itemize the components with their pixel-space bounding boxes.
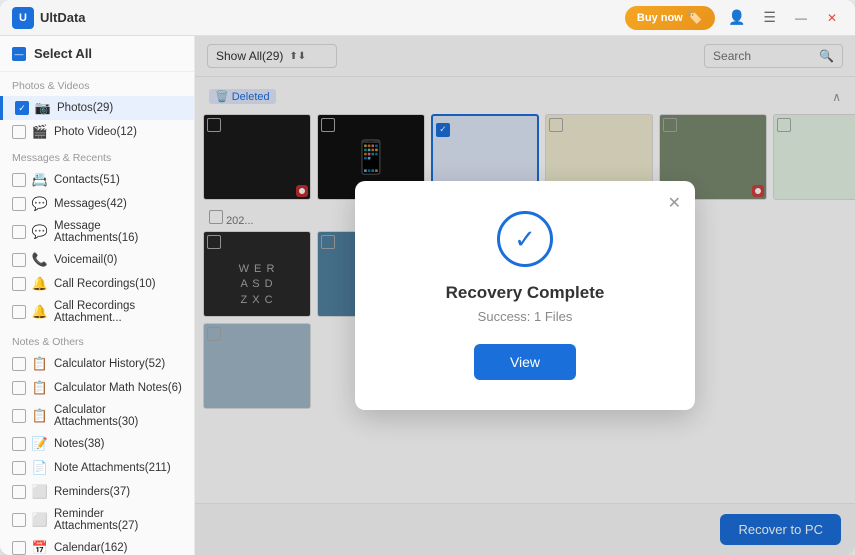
messages-checkbox[interactable] [12,197,26,211]
recovery-complete-modal: ✕ ✓ Recovery Complete Success: 1 Files V… [355,181,695,410]
calc-attach-label: Calculator Attachments(30) [54,404,182,428]
content-area: Show All(29) ⬆⬇ 🔍 🗑️ Deleted [195,36,855,555]
close-button[interactable]: ✕ [821,9,843,27]
note-attach-icon: 📄 [32,460,48,476]
contacts-checkbox[interactable] [12,173,26,187]
sidebar-item-call-recordings[interactable]: 🔔 Call Recordings(10) [0,272,194,296]
note-attach-label: Note Attachments(211) [54,462,182,474]
sidebar-item-calc-history[interactable]: 📋 Calculator History(52) [0,352,194,376]
sidebar-item-contacts[interactable]: 📇 Contacts(51) [0,168,194,192]
section-header-notes: Notes & Others [0,328,194,352]
menu-icon[interactable]: ☰ [758,7,781,28]
calc-history-icon: 📋 [32,356,48,372]
messages-icon: 💬 [32,196,48,212]
buy-icon: 🏷️ [687,10,703,26]
titlebar: U UltData Buy now 🏷️ 👤 ☰ — ✕ [0,0,855,36]
notes-label: Notes(38) [54,438,182,450]
sidebar-item-calendar[interactable]: 📅 Calendar(162) [0,536,194,555]
calc-attach-checkbox[interactable] [12,409,26,423]
photo-video-label: Photo Video(12) [54,126,182,138]
section-header-photos: Photos & Videos [0,72,194,96]
reminder-attach-icon: ⬜ [32,512,48,528]
photos-icon: 📷 [35,100,51,116]
app-logo-icon: U [12,7,34,29]
sidebar-item-calc-attach[interactable]: 📋 Calculator Attachments(30) [0,400,194,432]
calc-history-label: Calculator History(52) [54,358,182,370]
notes-icon: 📝 [32,436,48,452]
buy-now-button[interactable]: Buy now 🏷️ [625,6,715,30]
sidebar-item-msg-attachments[interactable]: 💬 Message Attachments(16) [0,216,194,248]
voicemail-checkbox[interactable] [12,253,26,267]
calendar-icon: 📅 [32,540,48,555]
minimize-button[interactable]: — [789,9,813,27]
reminder-attach-label: Reminder Attachments(27) [54,508,182,532]
calc-math-label: Calculator Math Notes(6) [54,382,182,394]
sidebar-item-photos[interactable]: ✓ 📷 Photos(29) [0,96,194,120]
sidebar-item-calc-math[interactable]: 📋 Calculator Math Notes(6) [0,376,194,400]
reminders-checkbox[interactable] [12,485,26,499]
sidebar-item-reminder-attach[interactable]: ⬜ Reminder Attachments(27) [0,504,194,536]
user-icon[interactable]: 👤 [723,7,750,28]
call-rec-attach-checkbox[interactable] [12,305,26,319]
call-rec-checkbox[interactable] [12,277,26,291]
call-rec-icon: 🔔 [32,276,48,292]
modal-view-button[interactable]: View [474,344,576,380]
app-window: U UltData Buy now 🏷️ 👤 ☰ — ✕ — Select Al… [0,0,855,555]
calendar-checkbox[interactable] [12,541,26,555]
photos-checkbox[interactable]: ✓ [15,101,29,115]
select-all-row[interactable]: — Select All [0,36,194,72]
modal-success-icon: ✓ [497,211,553,267]
modal-subtitle: Success: 1 Files [385,309,665,324]
reminders-icon: ⬜ [32,484,48,500]
photos-label: Photos(29) [57,102,182,114]
call-rec-label: Call Recordings(10) [54,278,182,290]
msg-attach-checkbox[interactable] [12,225,26,239]
calendar-label: Calendar(162) [54,542,182,554]
modal-close-button[interactable]: ✕ [668,193,681,213]
notes-checkbox[interactable] [12,437,26,451]
sidebar-item-notes[interactable]: 📝 Notes(38) [0,432,194,456]
select-all-label: Select All [34,46,92,61]
sidebar-item-voicemail[interactable]: 📞 Voicemail(0) [0,248,194,272]
contacts-icon: 📇 [32,172,48,188]
sidebar-item-reminders[interactable]: ⬜ Reminders(37) [0,480,194,504]
reminder-attach-checkbox[interactable] [12,513,26,527]
reminders-label: Reminders(37) [54,486,182,498]
voicemail-label: Voicemail(0) [54,254,182,266]
call-rec-attach-label: Call Recordings Attachment... [54,300,182,324]
modal-overlay: ✕ ✓ Recovery Complete Success: 1 Files V… [195,36,855,555]
main-layout: — Select All Photos & Videos ✓ 📷 Photos(… [0,36,855,555]
calc-attach-icon: 📋 [32,408,48,424]
calc-history-checkbox[interactable] [12,357,26,371]
photo-video-icon: 🎬 [32,124,48,140]
calc-math-icon: 📋 [32,380,48,396]
msg-attach-icon: 💬 [32,224,48,240]
titlebar-actions: Buy now 🏷️ 👤 ☰ — ✕ [625,6,843,30]
sidebar: — Select All Photos & Videos ✓ 📷 Photos(… [0,36,195,555]
sidebar-item-note-attach[interactable]: 📄 Note Attachments(211) [0,456,194,480]
modal-title: Recovery Complete [385,283,665,303]
contacts-label: Contacts(51) [54,174,182,186]
app-logo-area: U UltData [12,7,625,29]
sidebar-item-photo-video[interactable]: 🎬 Photo Video(12) [0,120,194,144]
sidebar-item-call-rec-attach[interactable]: 🔔 Call Recordings Attachment... [0,296,194,328]
note-attach-checkbox[interactable] [12,461,26,475]
voicemail-icon: 📞 [32,252,48,268]
app-title: UltData [40,10,86,25]
section-header-messages: Messages & Recents [0,144,194,168]
msg-attach-label: Message Attachments(16) [54,220,182,244]
call-rec-attach-icon: 🔔 [32,304,48,320]
sidebar-item-messages[interactable]: 💬 Messages(42) [0,192,194,216]
photo-video-checkbox[interactable] [12,125,26,139]
calc-math-checkbox[interactable] [12,381,26,395]
select-all-checkbox[interactable]: — [12,47,26,61]
messages-label: Messages(42) [54,198,182,210]
